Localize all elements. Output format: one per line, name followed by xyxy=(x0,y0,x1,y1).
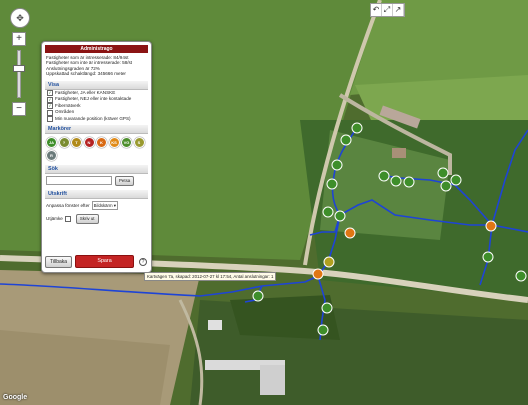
fit-window-select[interactable]: Bildskärm ▾ xyxy=(91,200,118,210)
google-logo[interactable]: Google xyxy=(3,394,27,401)
checkbox-areas[interactable]: Områden xyxy=(42,109,151,116)
marker-legend-icon[interactable]: KS xyxy=(108,136,120,148)
admin-panel: Administrago Fastigheter som är intresse… xyxy=(41,41,152,273)
section-utskrift-heading[interactable]: Utskrift xyxy=(45,189,148,199)
map-marker-green[interactable] xyxy=(321,302,333,314)
map-marker-green[interactable] xyxy=(252,290,264,302)
map-marker-green[interactable] xyxy=(482,251,494,263)
map-marker-green[interactable] xyxy=(326,178,338,190)
section-markorer-heading[interactable]: Markörer xyxy=(45,124,148,134)
map-marker-yellow[interactable] xyxy=(323,256,335,268)
section-visa-heading[interactable]: Visa xyxy=(45,80,148,90)
checkbox-icon[interactable]: ✓ xyxy=(47,89,53,96)
map-marker-green[interactable] xyxy=(340,134,352,146)
zoom-slider-handle[interactable] xyxy=(13,65,25,72)
outline-checkbox[interactable] xyxy=(64,215,71,222)
save-button[interactable]: Spara xyxy=(75,255,135,268)
marker-legend-icon[interactable]: ? xyxy=(58,136,70,148)
print-button[interactable]: Skriv ut xyxy=(75,213,99,224)
marker-legend-icon[interactable]: K xyxy=(96,136,107,148)
map-marker-green[interactable] xyxy=(515,270,527,282)
draw-line-icon[interactable]: ↗ xyxy=(393,4,404,16)
checkbox-label: Områden xyxy=(55,109,75,115)
checkbox-icon[interactable]: ✓ xyxy=(47,103,53,110)
map-marker-green[interactable] xyxy=(351,122,363,134)
panel-title: Administrago xyxy=(45,45,148,53)
checkbox-icon[interactable] xyxy=(47,116,53,123)
checkbox-label: Fastigheter, JA eller KANSKE xyxy=(55,89,116,95)
map-type-toolbar: ↶ ⤢ ↗ xyxy=(370,3,405,17)
map-marker-green[interactable] xyxy=(440,180,452,192)
map-marker-orange[interactable] xyxy=(344,227,356,239)
map-marker-orange[interactable] xyxy=(485,220,497,232)
search-input[interactable] xyxy=(46,176,112,186)
help-icon[interactable]: ? xyxy=(139,257,148,266)
marker-legend-icon[interactable]: T xyxy=(71,136,82,148)
zoom-slider-track[interactable] xyxy=(13,50,25,98)
marker-legend-icon[interactable]: N xyxy=(83,136,95,148)
pan-control-icon[interactable]: ✥ xyxy=(10,8,30,28)
marker-legend-icon[interactable]: VG xyxy=(121,136,132,148)
checkbox-properties-yes[interactable]: ✓ Fastigheter, JA eller KANSKE xyxy=(42,90,151,97)
outline-label: Utjämke xyxy=(46,216,63,222)
marker-legend-icon[interactable]: R xyxy=(46,149,57,161)
map-marker-green[interactable] xyxy=(437,167,449,179)
zoom-in-button[interactable]: + xyxy=(12,32,26,46)
search-button[interactable]: Petsa xyxy=(115,175,135,186)
marker-legend: JA? T N K KS VG S R xyxy=(42,134,150,163)
undo-icon[interactable]: ↶ xyxy=(371,4,382,16)
checkbox-label: Fastigheter, NEJ eller inte kontaktade xyxy=(55,96,132,102)
stat-trench-length: Uppskattad schaktlängd: 345666 meter xyxy=(46,71,126,77)
zoom-control[interactable]: ✥ + − xyxy=(10,8,30,120)
fullscreen-icon[interactable]: ⤢ xyxy=(382,4,393,16)
map-marker-green[interactable] xyxy=(378,170,390,182)
map-marker-green[interactable] xyxy=(390,175,402,187)
checkbox-properties-no[interactable]: ✓ Fastigheter, NEJ eller inte kontaktade xyxy=(42,96,151,103)
checkbox-my-position[interactable]: Min nuvarande position (kräver GPS) xyxy=(42,116,151,123)
map-marker-green[interactable] xyxy=(322,206,334,218)
map-marker-green[interactable] xyxy=(450,174,462,186)
section-sok-heading[interactable]: Sök xyxy=(45,164,148,174)
marker-legend-icon[interactable]: JA xyxy=(46,136,57,148)
checkbox-label: Min nuvarande position (kräver GPS) xyxy=(55,116,131,121)
map-marker-green[interactable] xyxy=(334,210,346,222)
map-marker-orange[interactable] xyxy=(312,268,324,280)
back-button[interactable]: Tillbaka xyxy=(45,255,73,268)
checkbox-icon[interactable]: ✓ xyxy=(47,96,53,103)
map-marker-green[interactable] xyxy=(331,159,343,171)
zoom-out-button[interactable]: − xyxy=(12,102,26,116)
marker-tooltip: Kartvägen 7a, skapad: 2012-07-27 kl 17:5… xyxy=(144,272,277,281)
marker-legend-icon[interactable]: S xyxy=(133,136,145,148)
stats-block: Fastigheter som är intresserade: 84/94st… xyxy=(42,53,151,79)
map-marker-green[interactable] xyxy=(317,324,329,336)
fit-window-label: Anpassa fönster efter xyxy=(46,202,90,208)
map-marker-green[interactable] xyxy=(403,176,415,188)
checkbox-icon[interactable] xyxy=(47,109,53,116)
